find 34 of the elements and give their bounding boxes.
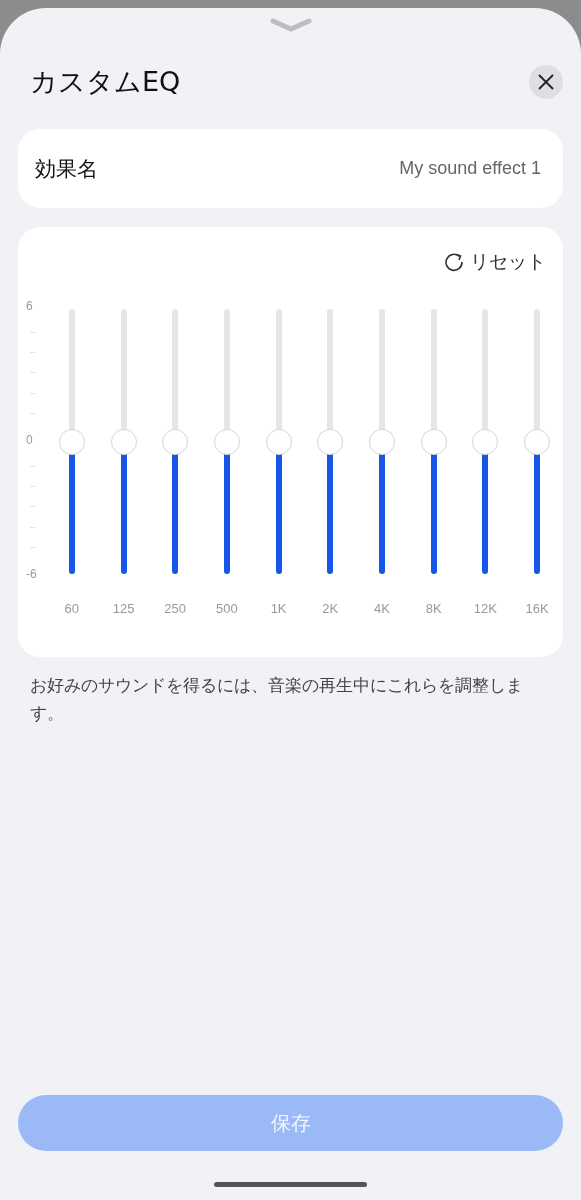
slider-thumb[interactable]	[524, 428, 551, 455]
frequency-label: 16K	[525, 601, 549, 616]
slider-thumb[interactable]	[472, 428, 499, 455]
frequency-label: 500	[216, 601, 238, 616]
close-icon	[537, 73, 555, 91]
frequency-label: 12K	[473, 601, 497, 616]
slider-thumb[interactable]	[58, 428, 85, 455]
frequency-label: 250	[164, 601, 187, 616]
slider-thumb[interactable]	[162, 428, 189, 455]
scale-label: 6	[26, 299, 33, 313]
effect-name-value: My sound effect 1	[399, 158, 541, 179]
effect-name-row[interactable]: 効果名 My sound effect 1	[18, 129, 563, 208]
scale-label: 0	[26, 432, 33, 447]
slider-thumb[interactable]	[110, 428, 137, 455]
home-indicator[interactable]	[214, 1182, 367, 1187]
frequency-label: 2K	[322, 601, 339, 616]
slider-thumb[interactable]	[213, 428, 240, 455]
slider-thumb[interactable]	[420, 428, 447, 455]
chevron-down-icon[interactable]	[268, 18, 313, 32]
close-button[interactable]	[529, 65, 563, 99]
effect-name-label: 効果名	[35, 155, 98, 183]
slider-thumb[interactable]	[317, 428, 344, 455]
reset-button[interactable]: リセット	[444, 249, 546, 275]
slider-thumb[interactable]	[368, 428, 395, 455]
frequency-label: 1K	[270, 601, 287, 616]
reset-icon	[444, 252, 464, 272]
frequency-label: 4K	[374, 601, 390, 616]
frequency-label: 60	[64, 601, 80, 616]
frequency-label: 125	[112, 601, 135, 616]
frequency-label: 8K	[425, 601, 442, 616]
slider-thumb[interactable]	[265, 428, 292, 455]
hint-text: お好みのサウンドを得るには、音楽の再生中にこれらを調整します。	[30, 674, 523, 725]
sheet-title: カスタムEQ	[30, 65, 181, 99]
scale-label: -6	[26, 566, 37, 581]
